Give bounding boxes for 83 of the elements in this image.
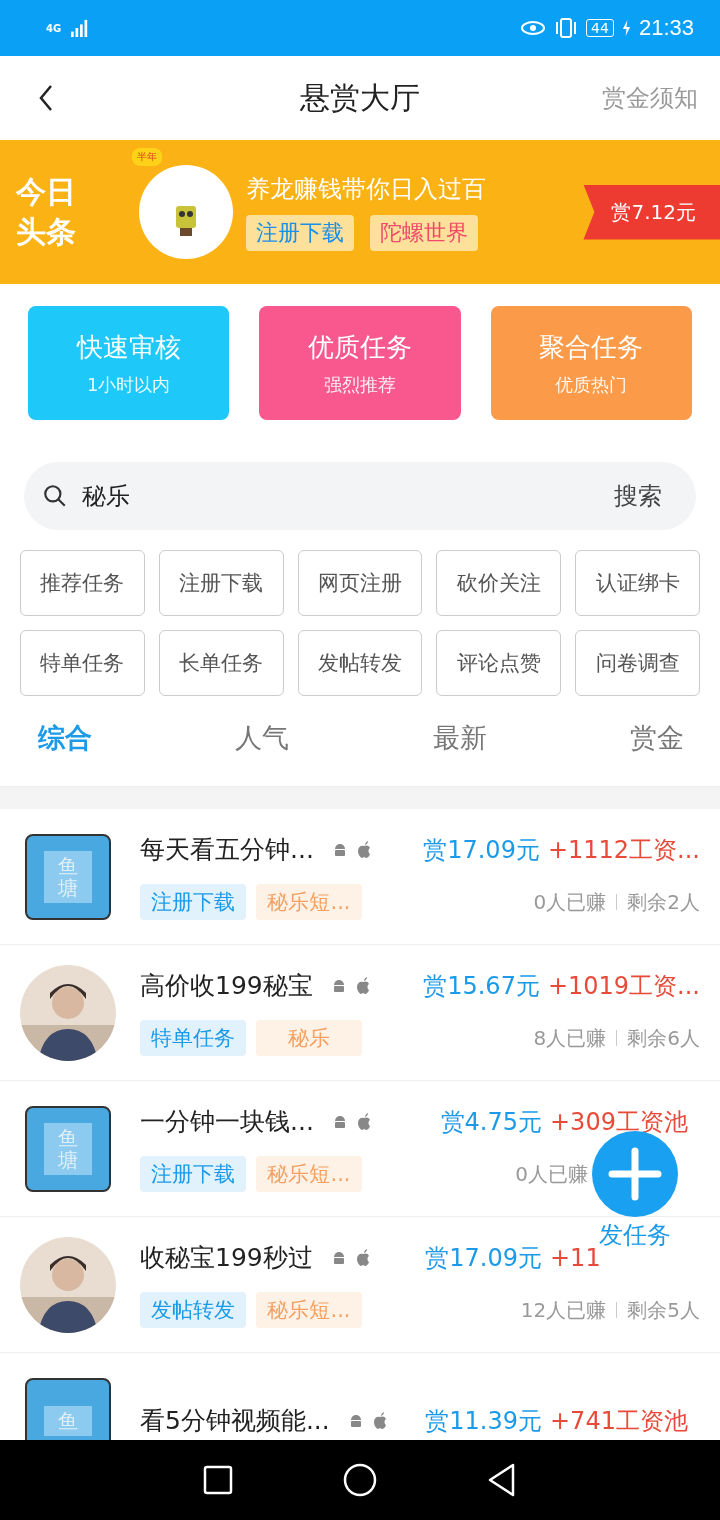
filter-chip[interactable]: 评论点赞 [436, 630, 562, 696]
add-task-button[interactable] [592, 1131, 678, 1217]
headline-logo-text: 头条 [16, 213, 77, 251]
back-icon[interactable] [38, 84, 54, 112]
headline-tag: 注册下载 [246, 215, 354, 251]
back-nav-icon[interactable] [487, 1463, 517, 1497]
earned-count: 0人已赚 [515, 1160, 588, 1188]
category-title: 快速审核 [76, 330, 181, 364]
wage-pool: +1019工资... [547, 970, 700, 1002]
remaining-count: 剩余2人 [627, 888, 700, 916]
task-tag: 注册下载 [140, 1156, 246, 1192]
battery-level: 44 [586, 19, 614, 37]
filter-chip[interactable]: 砍价关注 [436, 550, 562, 616]
task-title: 高价收199秘宝 [140, 970, 313, 1002]
apple-icon [355, 840, 372, 859]
category-title: 聚合任务 [539, 330, 644, 364]
earned-count: 0人已赚 [533, 888, 607, 916]
crown-badge: 半年 [132, 148, 162, 166]
filter-chip[interactable]: 认证绑卡 [575, 550, 700, 616]
filter-chip[interactable]: 长单任务 [158, 630, 284, 696]
eye-icon [520, 20, 547, 36]
category-subtitle: 强烈推荐 [324, 372, 396, 397]
search-button[interactable]: 搜索 [614, 480, 662, 512]
wage-pool: +1112工资... [547, 834, 700, 866]
apple-icon [355, 1112, 372, 1131]
filter-chip[interactable]: 推荐任务 [20, 550, 145, 616]
filter-chip[interactable]: 问卷调查 [575, 630, 700, 696]
filter-chip[interactable]: 发帖转发 [297, 630, 423, 696]
task-tag: 秘乐短... [256, 884, 362, 920]
task-title: 收秘宝199秒过 [140, 1242, 313, 1274]
headline-logo-text: 今日 [16, 172, 77, 211]
reward-amount: 赏11.39元 [425, 1405, 542, 1437]
apple-icon [354, 976, 371, 995]
avatar-text: 鱼塘 [44, 1122, 92, 1175]
reward-amount: 赏17.09元 [423, 834, 540, 866]
task-tag: 秘乐短... [256, 1292, 362, 1328]
avatar-text: 鱼塘 [44, 850, 92, 903]
task-title: 看5分钟视频能... [140, 1405, 330, 1437]
earned-count: 8人已赚 [533, 1024, 607, 1052]
sort-tab[interactable]: 人气 [235, 720, 290, 780]
apple-icon [371, 1411, 388, 1430]
task-tag: 秘乐 [256, 1020, 362, 1056]
task-row[interactable]: 鱼塘 每天看五分钟... 赏17.09元 +1112工资... 注册下载 秘乐短... 0人已赚 剩余2人 [0, 809, 720, 945]
remaining-count: 剩余6人 [627, 1024, 700, 1052]
search-value: 秘乐 [82, 481, 130, 512]
filter-chip[interactable]: 网页注册 [297, 550, 423, 616]
category-title: 优质任务 [308, 330, 412, 364]
filter-chip[interactable]: 注册下载 [158, 550, 284, 616]
avatar-text: 鱼 [44, 1405, 92, 1436]
remaining-count: 剩余5人 [627, 1296, 700, 1324]
reward-amount: 赏15.67元 [423, 970, 540, 1002]
task-row[interactable]: 高价收199秘宝 赏15.67元 +1019工资... 特单任务 秘乐 8人已赚 剩余6人 [0, 945, 720, 1081]
sort-tab[interactable]: 赏金 [630, 720, 684, 780]
task-tag: 特单任务 [140, 1020, 246, 1056]
page-title: 悬赏大厅 [300, 78, 420, 117]
apple-icon [354, 1248, 371, 1267]
wage-pool: +741工资池 [550, 1405, 689, 1437]
recents-icon[interactable] [203, 1465, 233, 1495]
reward-amount: 赏4.75元 [440, 1106, 542, 1138]
wage-pool: +11 [550, 1243, 601, 1272]
task-tag: 秘乐短... [256, 1156, 362, 1192]
search-icon [42, 483, 68, 509]
category-subtitle: 1小时以内 [86, 372, 171, 397]
sort-tab[interactable]: 最新 [432, 720, 487, 780]
headline-tag: 陀螺世界 [370, 215, 478, 251]
headline-title: 养龙赚钱带你日入过百 [246, 174, 486, 205]
task-title: 每天看五分钟... [140, 834, 314, 866]
wage-pool: +309工资池 [550, 1106, 689, 1138]
reward-ribbon: 赏7.12元 [583, 184, 720, 240]
earned-count: 12人已赚 [520, 1296, 607, 1324]
task-title: 一分钟一块钱... [140, 1106, 314, 1138]
vibrate-icon [554, 17, 579, 39]
home-icon[interactable] [343, 1463, 377, 1497]
category-subtitle: 优质热门 [555, 372, 628, 397]
task-tag: 注册下载 [140, 884, 246, 920]
task-tag: 发帖转发 [140, 1292, 246, 1328]
headline-banner[interactable]: 今日 头条 半年 养龙赚钱带你日入过百 注册下载 陀螺世界 赏7.12元 [0, 140, 720, 284]
filter-chip[interactable]: 特单任务 [20, 630, 145, 696]
clock: 21:33 [638, 15, 694, 41]
search-field[interactable]: 秘乐 搜索 [24, 462, 696, 530]
network-label: 4G [46, 22, 62, 34]
reward-amount: 赏17.09元 [425, 1242, 542, 1274]
charging-icon [621, 19, 631, 37]
